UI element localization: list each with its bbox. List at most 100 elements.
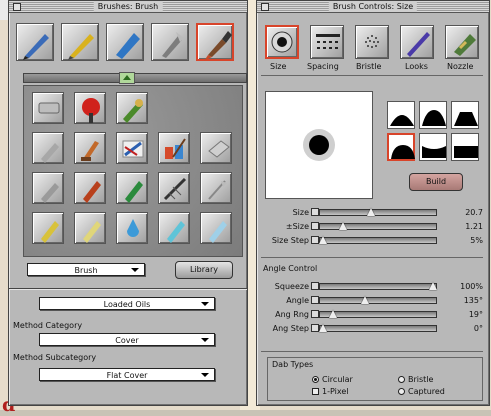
light-stick-variant-icon[interactable] [200,212,232,244]
dab-types-heading: Dab Types [272,360,314,369]
slider-row: Angle 135° [257,295,489,307]
profile-1pixel-icon[interactable] [451,133,479,161]
size-tab-label[interactable]: Size [270,62,286,71]
angle-control-heading: Angle Control [263,264,318,273]
profile-linear-icon[interactable] [451,101,479,129]
spacing-tab-label[interactable]: Spacing [307,62,339,71]
slider-value: 19° [468,310,483,319]
angle-slider[interactable] [319,297,437,304]
close-box[interactable] [13,3,21,11]
method-subcategory-dropdown[interactable]: Flat Cover [39,368,215,381]
close-box[interactable] [261,3,269,11]
library-button-label: Library [190,265,218,274]
angle-step-slider[interactable] [319,325,437,332]
dab-profile-grid [387,101,481,161]
section-divider [261,351,483,352]
cloner-brush-icon[interactable] [151,23,189,61]
water-drop-variant-icon[interactable] [116,212,148,244]
slider-knob[interactable] [339,222,347,230]
slider-label: Angle [286,296,309,305]
variant-dropdown[interactable]: Loaded Oils [39,297,215,310]
library-button[interactable]: Library [175,261,233,279]
brush-library-dropdown[interactable]: Brush [27,263,145,276]
slider-decrement[interactable] [311,236,319,244]
brush-controls-titlebar[interactable]: Brush Controls: Size [257,1,489,13]
variant-value: Loaded Oils [103,300,151,309]
brushes-title: Brushes: Brush [93,1,163,12]
profile-pointed-icon[interactable] [387,101,415,129]
brush-controls-title: Brush Controls: Size [328,1,418,12]
profile-dull-icon[interactable] [387,133,415,161]
felt-marker-variant-icon[interactable] [116,172,148,204]
yellow-pencil-variant-icon[interactable] [32,212,64,244]
bristle-radio[interactable] [398,376,405,383]
size-step-slider[interactable] [319,237,437,244]
chalk-variant-icon[interactable] [32,132,64,164]
slider-decrement[interactable] [311,222,319,230]
marker-brush-icon[interactable] [106,23,144,61]
slider-knob[interactable] [319,236,327,244]
slider-knob[interactable] [367,208,375,216]
slider-decrement[interactable] [311,208,319,216]
slider-knob[interactable] [429,282,437,290]
slider-decrement[interactable] [311,324,319,332]
slider-knob[interactable] [361,296,369,304]
method-subcategory-value: Flat Cover [106,371,148,380]
profile-watercolor-icon[interactable] [419,133,447,161]
slider-label: Size [292,208,309,217]
slider-value: 1.21 [465,222,483,231]
eraser-variant-icon[interactable] [32,92,64,124]
size-tab-icon[interactable] [265,25,299,59]
slider-label: Ang Step [272,324,309,333]
pen-brush-icon[interactable] [16,23,54,61]
palette-knife-variant-icon[interactable] [74,132,106,164]
eraser-grey-variant-icon[interactable] [200,132,232,164]
squeeze-slider[interactable] [319,283,437,290]
charcoal-variant-icon[interactable] [32,172,64,204]
brush-variants-grid [23,85,243,257]
slider-decrement[interactable] [311,282,319,290]
slider-knob[interactable] [329,310,337,318]
min-size-slider[interactable] [319,223,437,230]
paint-jars-variant-icon[interactable] [158,132,190,164]
liquid-brush-variant-icon[interactable] [116,92,148,124]
blue-stick-variant-icon[interactable] [158,212,190,244]
pencil-brush-icon[interactable] [61,23,99,61]
yellow-chalk-variant-icon[interactable] [74,212,106,244]
brush-controls-palette: Brush Controls: Size Size Spacing Bristl… [256,0,490,406]
circular-label: Circular [322,375,353,384]
slider-decrement[interactable] [311,296,319,304]
nozzle-tab-icon[interactable] [445,25,479,59]
one-pixel-radio[interactable] [312,388,319,395]
angle-sliders: Squeeze 100% Angle 135° Ang Rng 19° Ang … [257,281,489,341]
brushes-palette: Brushes: Brush Brush Library [8,0,248,290]
method-category-dropdown[interactable]: Cover [39,333,215,346]
expand-arrow-icon[interactable] [119,72,135,84]
image-hose-variant-icon[interactable] [158,172,190,204]
smear-variant-icon[interactable] [116,132,148,164]
nozzle-tab-label[interactable]: Nozzle [447,62,473,71]
looks-tab-label[interactable]: Looks [405,62,428,71]
crayon-variant-icon[interactable] [74,172,106,204]
slider-label: Squeeze [274,282,309,291]
chevron-down-icon [201,338,209,342]
looks-tab-icon[interactable] [400,25,434,59]
variant-expand-bar[interactable] [23,73,247,83]
quill-variant-icon[interactable] [200,172,232,204]
bristle-tab-label[interactable]: Bristle [356,62,381,71]
paintbrush-brush-icon[interactable] [196,23,234,61]
captured-radio[interactable] [398,388,405,395]
circular-radio[interactable] [312,376,319,383]
build-button[interactable]: Build [409,173,463,191]
airbrush-variant-icon[interactable] [74,92,106,124]
brush-library-value: Brush [74,266,98,275]
slider-knob[interactable] [319,324,327,332]
chevron-down-icon [201,302,209,306]
bristle-tab-icon[interactable] [355,25,389,59]
brushes-titlebar[interactable]: Brushes: Brush [9,1,247,13]
slider-decrement[interactable] [311,310,319,318]
slider-row: Size Step 5% [257,235,489,247]
spacing-tab-icon[interactable] [310,25,344,59]
size-slider[interactable] [319,209,437,216]
profile-medium-icon[interactable] [419,101,447,129]
